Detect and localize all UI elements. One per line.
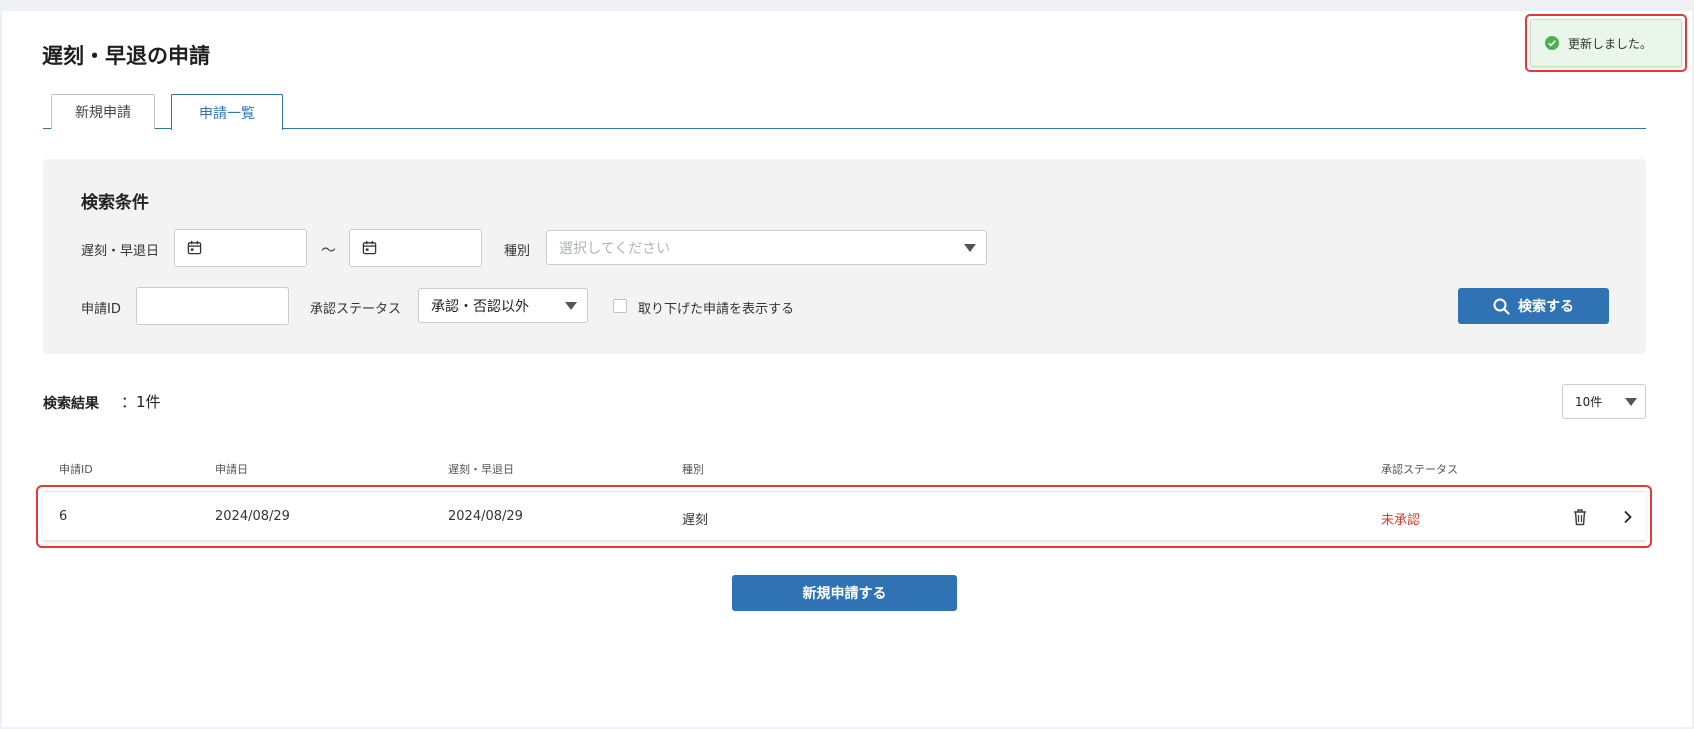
status-label: 承認ステータス <box>310 302 402 317</box>
page-size-value: 10件 <box>1575 395 1603 409</box>
status-select[interactable]: 承認・否認以外 <box>418 288 588 323</box>
search-button[interactable]: 検索する <box>1458 288 1609 324</box>
withdrawn-checkbox-label[interactable]: 取り下げた申請を表示する <box>638 298 794 317</box>
search-icon <box>1493 298 1510 315</box>
column-header-type: 種別 <box>682 463 704 476</box>
column-header-applied-date: 申請日 <box>215 463 248 476</box>
type-select-placeholder: 選択してください <box>559 240 671 257</box>
results-label: 検索結果 <box>43 396 99 412</box>
chevron-down-icon <box>565 302 577 310</box>
status-select-value: 承認・否認以外 <box>431 298 529 315</box>
column-header-target-date: 遅刻・早退日 <box>448 463 514 476</box>
results-count: ：1件 <box>121 393 161 411</box>
tab-request-list[interactable]: 申請一覧 <box>171 94 283 130</box>
type-select[interactable]: 選択してください <box>546 230 987 265</box>
page-size-select[interactable]: 10件 <box>1562 384 1646 419</box>
new-request-button[interactable]: 新規申請する <box>732 575 957 611</box>
range-separator: ～ <box>321 241 337 259</box>
date-label: 遅刻・早退日 <box>81 244 160 259</box>
date-to-input[interactable] <box>349 229 482 267</box>
toast-highlight-annotation <box>1525 14 1687 72</box>
request-id-label: 申請ID <box>81 302 121 317</box>
date-from-input[interactable] <box>174 229 307 267</box>
page-title: 遅刻・早退の申請 <box>42 44 210 68</box>
search-panel: 検索条件 遅刻・早退日 ～ 種別 選択してください 申請ID 承認ステータス 承… <box>43 159 1646 354</box>
chevron-down-icon <box>1625 398 1637 406</box>
calendar-icon <box>362 240 377 255</box>
tab-bar: 新規申請 申請一覧 <box>43 94 1646 130</box>
withdrawn-checkbox[interactable] <box>613 299 627 313</box>
column-header-status: 承認ステータス <box>1381 463 1458 476</box>
row-highlight-annotation <box>36 485 1652 548</box>
type-label: 種別 <box>504 244 531 259</box>
column-header-id: 申請ID <box>59 463 93 476</box>
tab-new-request[interactable]: 新規申請 <box>51 94 155 129</box>
calendar-icon <box>187 240 202 255</box>
request-id-input[interactable] <box>136 287 289 325</box>
search-panel-title: 検索条件 <box>81 193 149 213</box>
search-button-label: 検索する <box>1518 298 1574 314</box>
chevron-down-icon <box>964 244 976 252</box>
